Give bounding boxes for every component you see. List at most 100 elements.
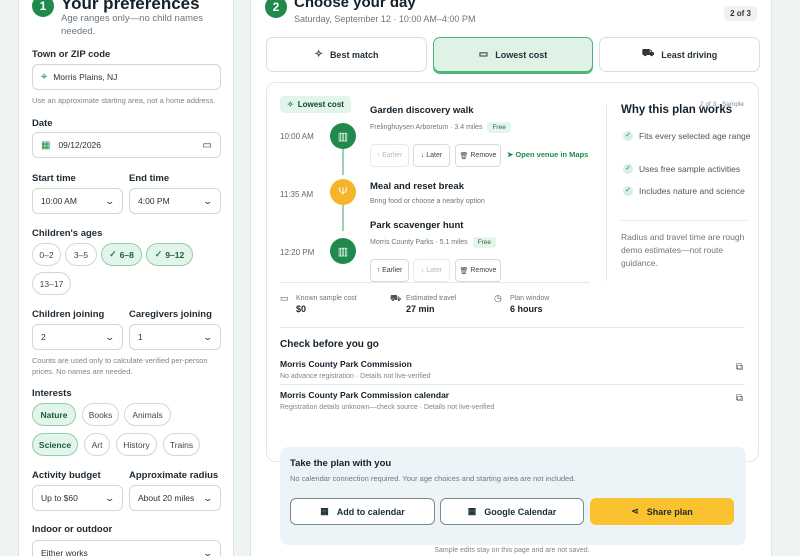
activity-meta: Bring food or choose a nearby option (370, 198, 485, 205)
add-to-calendar-button[interactable]: ▦ Add to calendar (290, 498, 435, 525)
age-chip-selected[interactable]: ✓ 6–8 (101, 243, 142, 266)
plan-pill: ✧ Lowest cost (280, 96, 351, 113)
book-icon: ▥ (330, 123, 356, 149)
children-select[interactable]: 2 ⌄ (32, 324, 123, 350)
chevron-down-icon: ⌄ (202, 331, 214, 342)
step-badge: 2 of 3 (724, 6, 757, 21)
interest-chip-selected[interactable]: Nature (32, 403, 76, 426)
earlier-button[interactable]: ↑ Earlier (370, 144, 409, 167)
end-time-label: End time (129, 173, 170, 184)
tab-lowest-cost[interactable]: ▭ Lowest cost (433, 37, 593, 72)
later-button[interactable]: ↓ Later (413, 259, 450, 282)
radius-select[interactable]: About 20 miles ⌄ (129, 485, 221, 511)
date-picker-icon[interactable]: ▭ (203, 140, 212, 151)
end-time-value: 4:00 PM (138, 196, 170, 206)
indoor-label: Indoor or outdoor (32, 524, 113, 535)
age-chip-selected[interactable]: ✓ 9–12 (146, 243, 193, 266)
tab-best-match[interactable]: ✧ Best match (266, 37, 427, 72)
chevron-down-icon: ⌄ (104, 331, 116, 342)
end-time-select[interactable]: 4:00 PM ⌄ (129, 188, 221, 214)
interest-chip[interactable]: Animals (124, 403, 171, 426)
activity-meta: Frelinghuysen Arboretum · 3.4 miles Free (370, 122, 511, 133)
town-hint: Use an approximate starting area, not a … (32, 96, 216, 105)
start-time-select[interactable]: 10:00 AM ⌄ (32, 188, 123, 214)
check-detail: No advance registration · Details not li… (280, 373, 431, 380)
activity-time: 12:20 PM (280, 248, 315, 257)
share-plan-button[interactable]: ⋖ Share plan (590, 498, 734, 525)
budget-label: Activity budget (32, 470, 101, 481)
ages-label: Children's ages (32, 228, 103, 239)
free-badge: Free (472, 237, 497, 248)
earlier-button[interactable]: ↑ Earlier (370, 259, 409, 282)
car-icon: ⛟ (641, 48, 655, 59)
activity-meta: Morris County Parks · 5.1 miles Free (370, 237, 497, 248)
date-value: 09/12/2026 (58, 140, 101, 150)
take-subtitle: No calendar connection required. Your ag… (290, 474, 576, 483)
summary-value: 6 hours (510, 304, 543, 314)
remove-button[interactable]: 🗑 Remove (455, 259, 501, 282)
step-number: 2 (265, 0, 287, 18)
timeline-connector (342, 205, 344, 231)
interests-label: Interests (32, 388, 72, 399)
footer-note: Sample edits stay on this page and are n… (434, 547, 590, 554)
check-icon: ✓ (154, 249, 163, 259)
remove-button[interactable]: 🗑 Remove (455, 144, 501, 167)
clock-icon: ◷ (494, 293, 502, 303)
check-icon: ✓ (623, 131, 633, 141)
start-time-label: Start time (32, 173, 76, 184)
date-input[interactable]: ▦ 09/12/2026 ▭ (32, 132, 221, 158)
check-detail: Registration details unknown—check sourc… (280, 404, 495, 411)
location-pin-icon: ⌖ (41, 70, 48, 83)
caregivers-select[interactable]: 1 ⌄ (129, 324, 221, 350)
later-button[interactable]: ↓ Later (413, 144, 450, 167)
why-item: ✓ Uses free sample activities (623, 163, 753, 175)
take-plan-section: Take the plan with you No calendar conne… (280, 447, 746, 545)
plan-card: ✧ Lowest cost 2 of 3 · Sample 10:00 AM ▥ … (266, 82, 759, 462)
town-input[interactable]: ⌖ Morris Plains, NJ (32, 64, 221, 90)
check-icon: ✓ (623, 186, 633, 196)
chevron-down-icon: ⌄ (202, 492, 214, 503)
calendar-plus-icon: ▦ (320, 506, 329, 516)
check-title: Check before you go (280, 339, 379, 350)
google-calendar-button[interactable]: ▦ Google Calendar (440, 498, 584, 525)
chevron-down-icon: ⌄ (202, 547, 214, 556)
why-note: Radius and travel time are rough demo es… (621, 232, 745, 268)
external-link-icon[interactable]: ⧉ (736, 393, 743, 404)
interest-chip[interactable]: Art (84, 433, 110, 456)
navigate-icon: ➤ (507, 150, 514, 159)
chevron-down-icon: ⌄ (202, 195, 214, 206)
caregivers-label: Caregivers joining (129, 309, 212, 320)
open-maps-link[interactable]: ➤ Open venue in Maps (507, 150, 588, 159)
divider (621, 220, 747, 221)
age-chip[interactable]: 13–17 (32, 272, 71, 295)
interest-chip-selected[interactable]: Science (32, 433, 78, 456)
external-link-icon[interactable]: ⧉ (736, 362, 743, 373)
check-icon: ✓ (109, 249, 117, 259)
calendar-icon: ▦ (41, 139, 51, 151)
interest-chip[interactable]: History (116, 433, 157, 456)
tab-least-driving[interactable]: ⛟ Least driving (599, 37, 760, 72)
date-label: Date (32, 118, 53, 129)
summary-label: Estimated travel (406, 295, 457, 302)
check-icon: ✓ (623, 164, 633, 174)
indoor-select[interactable]: Either works ⌄ (32, 540, 221, 556)
age-chip[interactable]: 0–2 (32, 243, 61, 266)
radius-label: Approximate radius (129, 470, 219, 481)
interest-chip[interactable]: Books (82, 403, 119, 426)
wallet-icon: ▭ (280, 293, 289, 303)
budget-select[interactable]: Up to $60 ⌄ (32, 485, 123, 511)
summary-label: Plan window (510, 295, 550, 302)
children-label: Children joining (32, 309, 105, 320)
panel-title: Choose your day (294, 0, 416, 11)
interest-chip[interactable]: Trains (163, 433, 200, 456)
start-time-value: 10:00 AM (41, 196, 77, 206)
activity-title: Garden discovery walk (370, 105, 474, 116)
activity-time: 11:35 AM (280, 190, 314, 199)
car-icon: ⛟ (390, 293, 402, 303)
age-chip[interactable]: 3–5 (65, 243, 97, 266)
utensils-icon: Ψ (330, 179, 356, 205)
share-icon: ⋖ (631, 506, 639, 516)
chevron-down-icon: ⌄ (104, 492, 116, 503)
check-name: Morris County Park Commission (280, 359, 412, 369)
wallet-icon: ▭ (478, 49, 489, 60)
